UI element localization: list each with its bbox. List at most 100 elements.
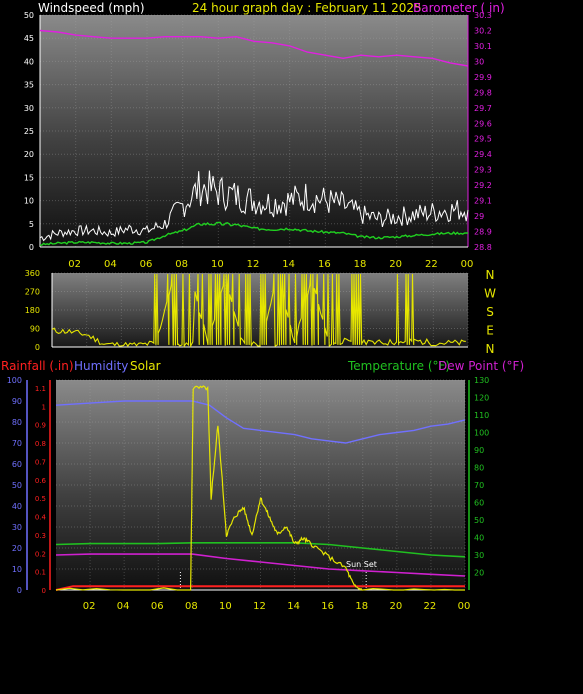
rain-y-tick-label: 0.2: [35, 550, 46, 558]
humidity-y-tick-label: 70: [12, 439, 22, 448]
barometer-y-tick-label: 29.2: [474, 181, 492, 190]
wind-x-tick-label: 08: [175, 259, 188, 270]
climate-x-tick-label: 06: [151, 601, 164, 612]
legend-dewpoint: Dew Point (°F): [438, 359, 524, 373]
barometer-y-tick-label: 29.7: [474, 104, 492, 113]
direction-y-tick-label: 270: [25, 288, 40, 297]
legend-humidity: Humidity: [74, 359, 128, 373]
wind-x-tick-label: 20: [389, 259, 402, 270]
temperature-y-tick-label: 110: [474, 411, 489, 420]
barometer-y-tick-label: 29.5: [474, 135, 492, 144]
rain-y-tick-label: 0.1: [35, 569, 46, 577]
barometer-y-tick-label: 28.8: [474, 243, 492, 252]
humidity-y-tick-label: 10: [12, 565, 22, 574]
temperature-y-tick-label: 90: [474, 446, 484, 455]
barometer-y-tick-label: 29.3: [474, 166, 492, 175]
humidity-y-tick-label: 0: [17, 586, 22, 595]
barometer-y-tick-label: 30.2: [474, 26, 492, 35]
wind-x-tick-label: 14: [282, 259, 295, 270]
climate-x-tick-label: 16: [321, 601, 334, 612]
barometer-y-tick-label: 29.1: [474, 197, 492, 206]
temperature-y-tick-label: 130: [474, 376, 489, 385]
rain-y-tick-label: 0: [42, 587, 46, 595]
temperature-y-tick-label: 70: [474, 481, 484, 490]
humidity-y-tick-label: 50: [12, 481, 22, 490]
temperature-y-tick-label: 60: [474, 499, 484, 508]
wind-y-tick-label: 10: [24, 197, 34, 206]
wind-x-tick-label: 10: [211, 259, 224, 270]
wind-y-tick-label: 30: [24, 104, 34, 113]
rain-y-tick-label: 0.6: [35, 477, 47, 485]
wind-y-tick-label: 5: [29, 220, 34, 229]
humidity-y-tick-label: 80: [12, 418, 22, 427]
wind-x-tick-label: 22: [425, 259, 438, 270]
wind-x-tick-label: 02: [68, 259, 81, 270]
chart-title: 24 hour graph day : February 11 2025: [192, 1, 422, 15]
direction-y-tick-label: 0: [35, 343, 40, 352]
legend-rainfall: Rainfall (.in): [1, 359, 74, 373]
humidity-y-tick-label: 60: [12, 460, 22, 469]
rain-y-tick-label: 0.8: [35, 440, 46, 448]
temperature-y-tick-label: 80: [474, 464, 484, 473]
wind-y-tick-label: 40: [24, 57, 34, 66]
compass-label: E: [486, 324, 494, 338]
windspeed-axis-label: Windspeed (mph): [38, 1, 145, 15]
wind-x-tick-label: 16: [318, 259, 331, 270]
humidity-y-tick-label: 30: [12, 523, 22, 532]
temperature-y-tick-label: 30: [474, 551, 484, 560]
legend-temperature: Temperature (°F): [347, 359, 450, 373]
temperature-y-tick-label: 50: [474, 516, 484, 525]
barometer-y-tick-label: 29.4: [474, 150, 492, 159]
wind-y-tick-label: 45: [24, 34, 34, 43]
sunset-annotation: Sun Set: [346, 560, 377, 569]
rain-y-tick-label: 1: [42, 403, 46, 411]
rain-y-tick-label: 0.4: [35, 514, 47, 522]
wind-x-tick-label: 00: [461, 259, 474, 270]
climate-x-tick-label: 22: [424, 601, 437, 612]
rain-y-tick-label: 0.5: [35, 495, 46, 503]
barometer-y-tick-label: 29.8: [474, 88, 492, 97]
legend-solar: Solar: [130, 359, 161, 373]
wind-x-tick-label: 12: [247, 259, 260, 270]
climate-x-tick-label: 08: [185, 601, 198, 612]
barometer-y-tick-label: 30.3: [474, 11, 492, 20]
barometer-y-tick-label: 29.9: [474, 73, 492, 82]
climate-x-tick-label: 20: [389, 601, 402, 612]
humidity-y-tick-label: 40: [12, 502, 22, 511]
barometer-y-tick-label: 28.9: [474, 228, 492, 237]
wind-x-tick-label: 04: [104, 259, 117, 270]
temperature-y-tick-label: 100: [474, 429, 489, 438]
wind-y-tick-label: 25: [24, 127, 34, 136]
climate-x-tick-label: 00: [458, 601, 471, 612]
barometer-y-tick-label: 29: [474, 212, 484, 221]
climate-x-tick-label: 14: [287, 601, 300, 612]
temperature-y-tick-label: 20: [474, 569, 484, 578]
humidity-y-tick-label: 20: [12, 544, 22, 553]
weather-graphs: Windspeed (mph) 24 hour graph day : Febr…: [1, 1, 524, 612]
climate-x-tick-label: 18: [355, 601, 368, 612]
temperature-y-tick-label: 120: [474, 394, 489, 403]
compass-label: W: [484, 287, 496, 301]
wind-y-tick-label: 0: [29, 243, 34, 252]
climate-x-tick-label: 10: [219, 601, 232, 612]
rain-y-tick-label: 0.7: [35, 458, 46, 466]
compass-label: S: [486, 305, 494, 319]
wind-y-tick-label: 20: [24, 150, 34, 159]
rain-y-tick-label: 1.1: [35, 385, 46, 393]
wind-x-tick-label: 06: [140, 259, 153, 270]
barometer-y-tick-label: 30.1: [474, 42, 492, 51]
direction-y-tick-label: 180: [25, 306, 40, 315]
temperature-y-tick-label: 40: [474, 534, 484, 543]
rain-y-tick-label: 0.3: [35, 532, 46, 540]
climate-x-tick-label: 02: [83, 601, 96, 612]
barometer-y-tick-label: 29.6: [474, 119, 492, 128]
rain-y-tick-label: 0.9: [35, 422, 46, 430]
wind-y-tick-label: 15: [24, 173, 34, 182]
direction-y-tick-label: 90: [30, 325, 40, 334]
humidity-y-tick-label: 100: [7, 376, 22, 385]
wind-y-tick-label: 35: [24, 81, 34, 90]
wind-y-tick-label: 50: [24, 11, 34, 20]
compass-label: N: [486, 268, 495, 282]
direction-y-tick-label: 360: [25, 269, 40, 278]
climate-x-tick-label: 12: [253, 601, 266, 612]
